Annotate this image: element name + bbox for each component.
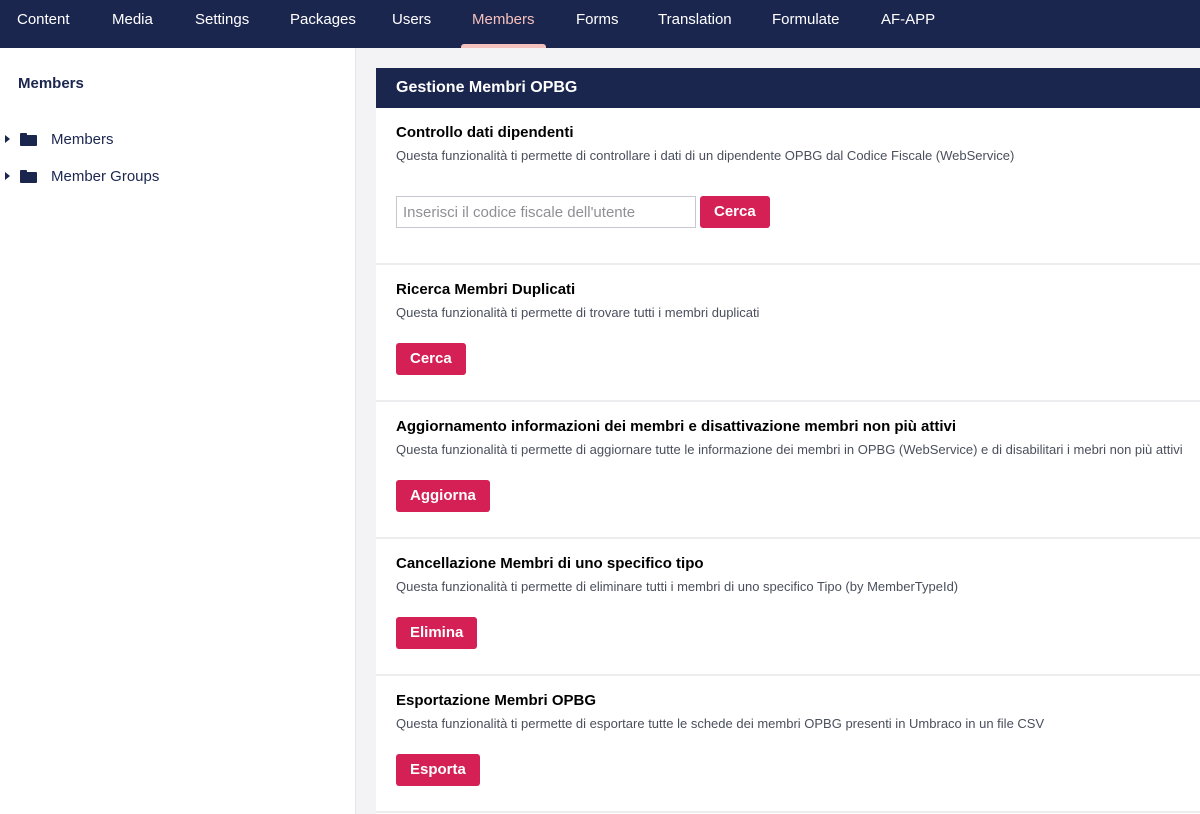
expand-caret-icon[interactable] [5, 172, 10, 180]
tree-item-label: Member Groups [51, 168, 160, 185]
section-export-members: Esportazione Membri OPBG Questa funziona… [376, 676, 1200, 813]
nav-members[interactable]: Members [461, 0, 546, 48]
section-title: Esportazione Membri OPBG [396, 692, 597, 709]
section-description: Questa funzionalità ti permette di elimi… [396, 579, 959, 594]
panel-header: Gestione Membri OPBG [376, 68, 1200, 108]
main-content: Gestione Membri OPBG Controllo dati dipe… [356, 48, 1200, 814]
nav-formulate[interactable]: Formulate [772, 0, 840, 48]
section-description: Questa funzionalità ti permette di trova… [396, 305, 760, 320]
nav-settings[interactable]: Settings [195, 0, 249, 48]
folder-icon [20, 133, 37, 146]
tree-item-members[interactable]: Members [0, 126, 355, 154]
expand-caret-icon[interactable] [5, 135, 10, 143]
section-description: Questa funzionalità ti permette di espor… [396, 716, 1045, 731]
nav-users[interactable]: Users [392, 0, 431, 48]
tree-item-member-groups[interactable]: Member Groups [0, 163, 355, 191]
section-delete-members: Cancellazione Membri di uno specifico ti… [376, 539, 1200, 676]
section-title: Aggiornamento informazioni dei membri e … [396, 418, 957, 435]
nav-media[interactable]: Media [112, 0, 153, 48]
nav-forms[interactable]: Forms [576, 0, 619, 48]
tree-item-label: Members [51, 131, 114, 148]
section-update-members: Aggiornamento informazioni dei membri e … [376, 402, 1200, 539]
folder-icon [20, 170, 37, 183]
sidebar-title: Members [18, 75, 84, 92]
nav-translation[interactable]: Translation [658, 0, 732, 48]
delete-members-button[interactable]: Elimina [396, 617, 478, 649]
section-title: Controllo dati dipendenti [396, 124, 574, 141]
fiscal-code-input[interactable] [396, 196, 696, 228]
update-members-button[interactable]: Aggiorna [396, 480, 490, 512]
members-management-panel: Gestione Membri OPBG Controllo dati dipe… [376, 68, 1200, 814]
nav-af-app[interactable]: AF-APP [881, 0, 935, 48]
export-members-button[interactable]: Esporta [396, 754, 480, 786]
search-duplicates-button[interactable]: Cerca [396, 343, 466, 375]
search-employee-button[interactable]: Cerca [700, 196, 770, 228]
nav-packages[interactable]: Packages [290, 0, 356, 48]
nav-members-label: Members [472, 11, 535, 28]
panel-title: Gestione Membri OPBG [396, 79, 578, 96]
section-description: Questa funzionalità ti permette di aggio… [396, 442, 1183, 457]
section-description: Questa funzionalità ti permette di contr… [396, 148, 1015, 163]
section-title: Cancellazione Membri di uno specifico ti… [396, 555, 704, 572]
section-title: Ricerca Membri Duplicati [396, 281, 576, 298]
nav-content[interactable]: Content [17, 0, 70, 48]
section-employee-check: Controllo dati dipendenti Questa funzion… [376, 108, 1200, 265]
section-duplicate-members: Ricerca Membri Duplicati Questa funziona… [376, 265, 1200, 402]
sidebar: Members Members Member Groups [0, 48, 356, 814]
top-navigation: Content Media Settings Packages Users Me… [0, 0, 1200, 48]
